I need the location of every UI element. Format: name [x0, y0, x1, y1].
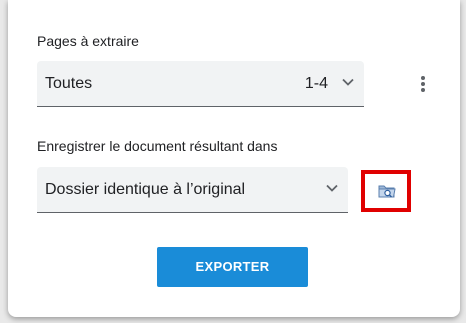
export-dialog: Pages à extraire Toutes 1-4 Enregistrer … [8, 0, 460, 317]
export-button[interactable]: EXPORTER [157, 247, 308, 287]
save-destination-label: Enregistrer le document résultant dans [37, 138, 278, 154]
pages-range: 1-4 [304, 75, 328, 92]
browse-folder-button[interactable] [361, 170, 411, 212]
pages-to-extract-label: Pages à extraire [37, 33, 139, 49]
destination-select-value: Dossier identique à l’original [45, 181, 246, 198]
pages-select-value: Toutes [45, 75, 93, 92]
chevron-down-icon [342, 78, 354, 86]
more-options-icon[interactable] [413, 72, 433, 96]
pages-select[interactable]: Toutes 1-4 [37, 61, 364, 107]
destination-select[interactable]: Dossier identique à l’original [37, 167, 348, 213]
folder-search-icon [378, 185, 396, 198]
chevron-down-icon [326, 184, 338, 192]
